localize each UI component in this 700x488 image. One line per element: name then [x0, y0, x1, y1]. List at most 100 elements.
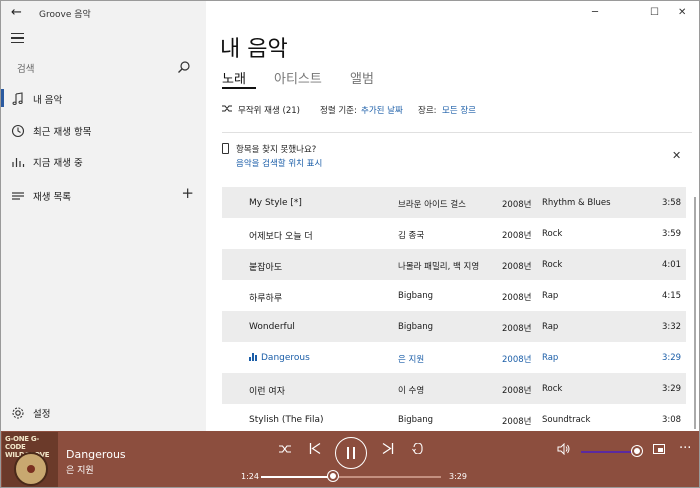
previous-icon[interactable]	[309, 443, 321, 458]
titlebar-left: ← Groove 음악	[1, 1, 206, 25]
page-title: 내 음악	[220, 37, 288, 62]
repeat-icon[interactable]	[412, 442, 424, 458]
song-duration: 3:59	[662, 229, 682, 239]
sidebar-item-recent[interactable]: 최근 재생 항목	[1, 115, 206, 145]
search-box[interactable]: 검색	[9, 55, 197, 79]
song-genre: Rhythm & Blues	[542, 198, 611, 208]
device-icon	[222, 143, 229, 154]
song-year: 2008년	[502, 324, 532, 334]
shuffle-icon[interactable]	[222, 104, 233, 116]
gear-icon	[11, 405, 25, 419]
close-icon[interactable]: ✕	[678, 7, 686, 18]
album-art[interactable]: G-ONE G-CODEWILD&LOVE	[2, 432, 58, 487]
song-genre: Rap	[542, 291, 559, 301]
notice-close-icon[interactable]: ✕	[672, 149, 681, 162]
sort-dropdown[interactable]: 추가된 날짜	[361, 104, 403, 116]
song-genre: Rock	[542, 384, 563, 394]
progress-slider[interactable]	[261, 471, 441, 481]
song-artist[interactable]: Bigbang	[398, 415, 433, 425]
song-duration: 3:32	[662, 322, 682, 332]
genre-dropdown[interactable]: 모든 장르	[442, 104, 476, 116]
progress-fill	[261, 476, 333, 478]
song-genre: Rock	[542, 229, 563, 239]
table-row[interactable]: 하루하루 Bigbang 2008년 Rap 4:15	[222, 280, 686, 311]
sidebar-item-label: 최근 재생 항목	[33, 127, 92, 138]
back-arrow-icon[interactable]: ←	[11, 5, 22, 20]
next-icon[interactable]	[382, 443, 394, 458]
clock-icon	[11, 123, 25, 138]
shuffle-all-button[interactable]: 무작위 재생 (21)	[238, 104, 300, 116]
app-title: Groove 음악	[39, 10, 91, 20]
sidebar-item-my-music[interactable]: 내 음악	[1, 83, 206, 113]
pause-button[interactable]	[335, 437, 367, 469]
table-row[interactable]: 이런 여자 이 수영 2008년 Rock 3:29	[222, 373, 686, 404]
song-genre: Rap	[542, 353, 559, 363]
sidebar-item-now-playing[interactable]: 지금 재생 중	[1, 146, 206, 176]
sidebar-item-settings[interactable]: 설정	[1, 397, 206, 427]
total-time: 3:29	[449, 472, 467, 481]
minimize-icon[interactable]: ─	[592, 7, 598, 18]
add-playlist-icon[interactable]: +	[181, 184, 194, 202]
volume-thumb[interactable]	[632, 446, 642, 456]
player-bar: G-ONE G-CODEWILD&LOVE Dangerous 은 지원 1:2…	[1, 431, 699, 487]
show-music-locations-link[interactable]: 음악을 검색할 위치 표시	[236, 157, 322, 169]
song-year: 2008년	[502, 293, 532, 303]
settings-label: 설정	[33, 409, 51, 420]
scrollbar[interactable]	[694, 197, 696, 429]
progress-thumb[interactable]	[328, 471, 338, 481]
song-artist[interactable]: 은 지원	[398, 353, 424, 365]
table-row[interactable]: 어제보다 오늘 더 김 종국 2008년 Rock 3:59	[222, 218, 686, 249]
tab-songs[interactable]: 노래	[222, 68, 246, 87]
now-playing-title[interactable]: Dangerous	[66, 448, 126, 461]
app-window: ← Groove 음악 검색 내 음악 최근 재생 항목 지금 재생 중 재생 …	[0, 0, 700, 488]
song-title: Dangerous	[249, 353, 310, 363]
song-genre: Rock	[542, 260, 563, 270]
song-title: 어제보다 오늘 더	[249, 232, 313, 242]
song-artist[interactable]: 이 수영	[398, 384, 424, 396]
song-duration: 3:29	[662, 353, 682, 363]
album-disc-graphic	[14, 452, 48, 486]
table-row[interactable]: 붙잡아도 나몰라 패밀리, 백 지영 2008년 Rock 4:01	[222, 249, 686, 280]
song-artist[interactable]: 나몰라 패밀리, 백 지영	[398, 260, 479, 272]
song-year: 2008년	[502, 262, 532, 272]
volume-icon[interactable]	[557, 442, 571, 459]
song-artist[interactable]: Bigbang	[398, 291, 433, 301]
volume-slider[interactable]	[581, 446, 642, 456]
song-duration: 3:08	[662, 415, 682, 425]
table-row[interactable]: Wonderful Bigbang 2008년 Rap 3:32	[222, 311, 686, 342]
table-row[interactable]: My Style [*] 브라운 아이드 걸스 2008년 Rhythm & B…	[222, 187, 686, 218]
song-artist[interactable]: 김 종국	[398, 229, 424, 241]
equalizer-icon	[11, 154, 25, 168]
song-genre: Soundtrack	[542, 415, 591, 425]
search-icon[interactable]	[177, 59, 191, 78]
volume-fill	[581, 451, 637, 453]
sidebar-item-label: 지금 재생 중	[33, 158, 83, 169]
song-artist[interactable]: 브라운 아이드 걸스	[398, 198, 466, 210]
divider	[222, 132, 692, 133]
shuffle-toggle-icon[interactable]	[279, 443, 291, 458]
song-year: 2008년	[502, 386, 532, 396]
song-year: 2008년	[502, 355, 532, 365]
mini-view-icon[interactable]	[653, 443, 665, 458]
more-options-icon[interactable]: ···	[679, 441, 691, 456]
search-placeholder: 검색	[17, 64, 35, 75]
music-note-icon	[11, 91, 25, 106]
song-artist[interactable]: Bigbang	[398, 322, 433, 332]
table-row-now-playing[interactable]: Dangerous 은 지원 2008년 Rap 3:29	[222, 342, 686, 373]
song-duration: 3:29	[662, 384, 682, 394]
tab-artists[interactable]: 아티스트	[274, 68, 322, 87]
now-playing-artist[interactable]: 은 지원	[66, 463, 94, 476]
song-title: 이런 여자	[249, 387, 285, 397]
now-playing-icon	[249, 353, 258, 361]
song-title: Stylish (The Fila)	[249, 415, 324, 425]
tab-albums[interactable]: 앨범	[350, 68, 374, 87]
song-title: 붙잡아도	[249, 263, 283, 273]
notice-question: 항목을 찾지 못했나요?	[236, 145, 317, 155]
tab-active-indicator	[222, 87, 256, 89]
sidebar-item-playlists[interactable]: 재생 목록 +	[1, 180, 206, 210]
elapsed-time: 1:24	[241, 472, 259, 481]
song-title: Wonderful	[249, 322, 295, 332]
song-genre: Rap	[542, 322, 559, 332]
maximize-icon[interactable]: ☐	[650, 7, 659, 18]
hamburger-menu-icon[interactable]	[11, 33, 24, 43]
